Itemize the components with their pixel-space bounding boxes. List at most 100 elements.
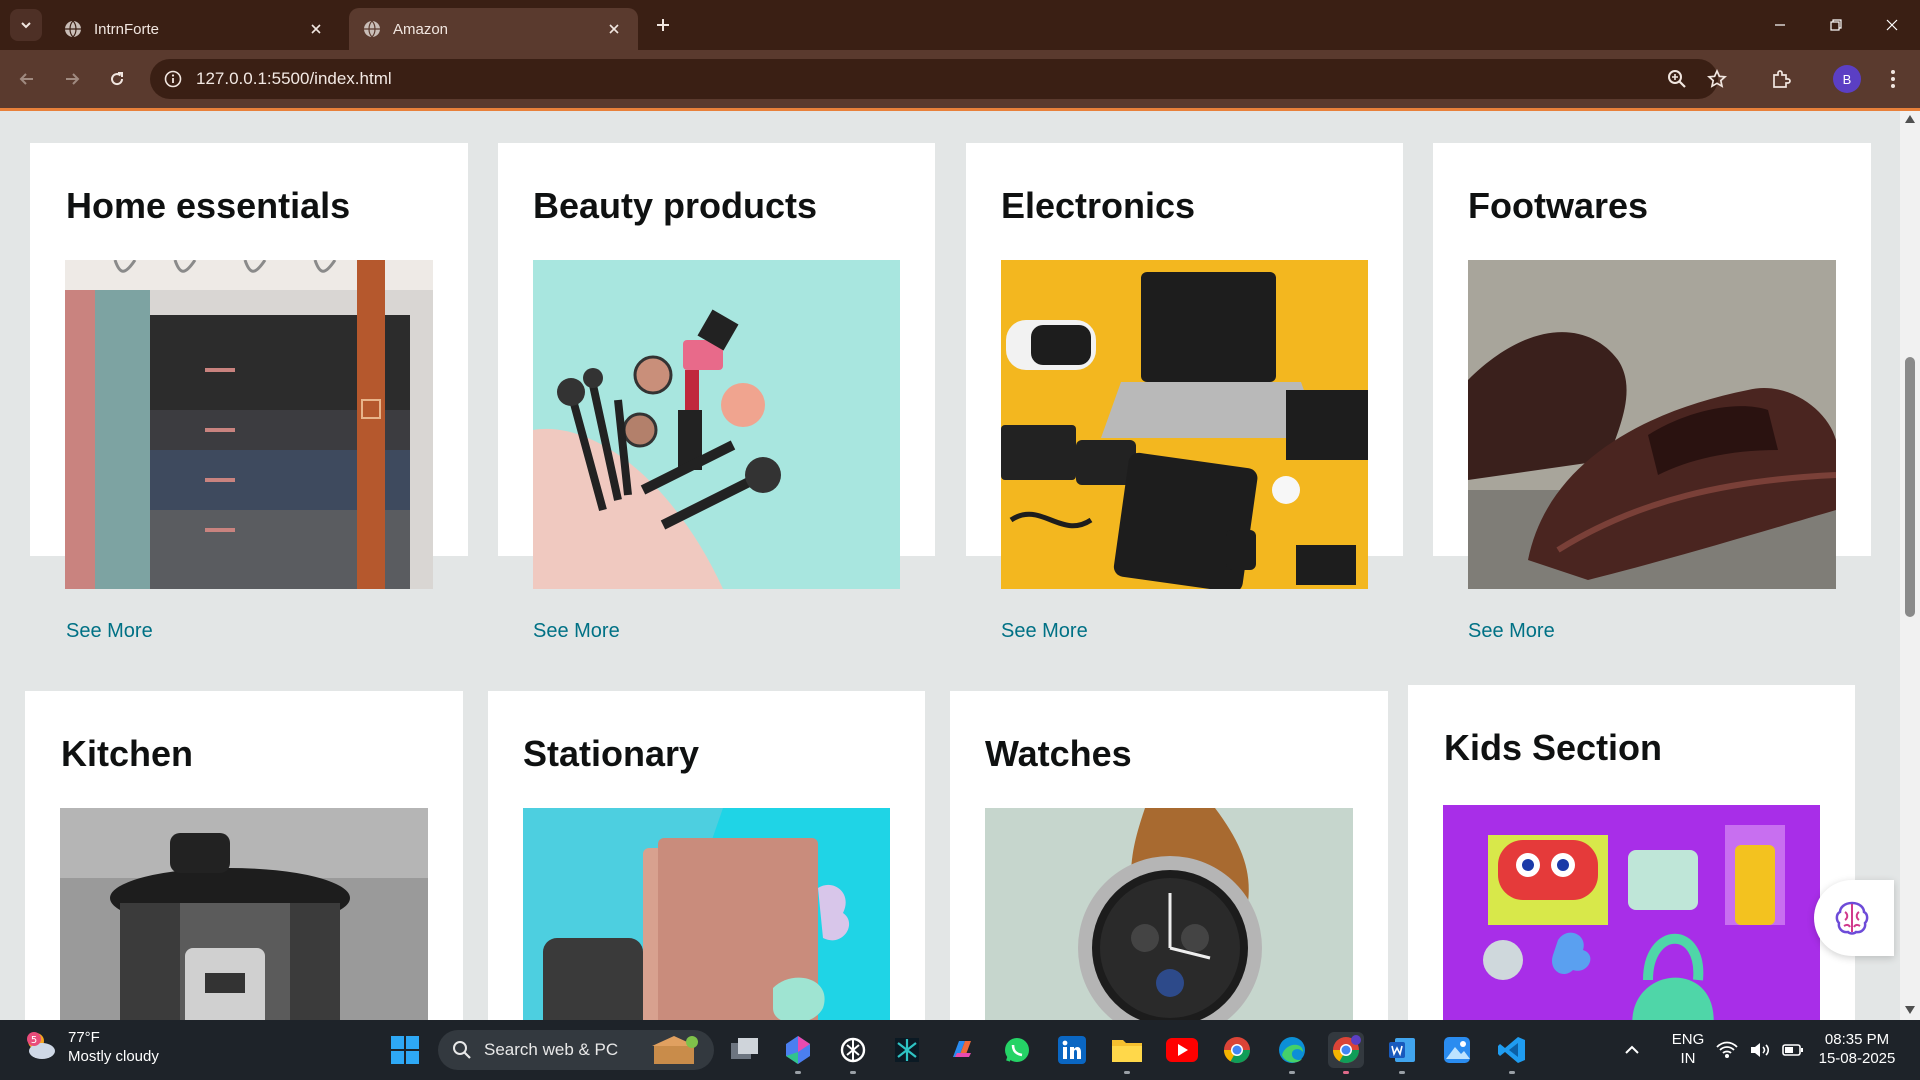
chatgpt-app[interactable] bbox=[835, 1032, 871, 1074]
perplexity-icon bbox=[895, 1038, 919, 1062]
card-title: Home essentials bbox=[66, 185, 351, 226]
running-indicator bbox=[1509, 1071, 1515, 1074]
chrome-app[interactable] bbox=[1219, 1032, 1255, 1068]
copilot-app[interactable] bbox=[944, 1032, 980, 1068]
minimize-icon bbox=[1775, 24, 1785, 26]
scroll-up-arrow-icon[interactable] bbox=[1904, 113, 1916, 125]
floating-ai-button[interactable] bbox=[1814, 880, 1894, 956]
site-info-icon[interactable] bbox=[164, 70, 182, 88]
tab-search-button[interactable] bbox=[10, 9, 42, 41]
start-button[interactable] bbox=[387, 1032, 423, 1068]
new-tab-button[interactable] bbox=[650, 12, 676, 38]
linkedin-icon bbox=[1058, 1036, 1086, 1064]
show-hidden-icons-button[interactable] bbox=[1614, 1032, 1650, 1068]
globe-icon bbox=[65, 20, 81, 38]
weather-badge: 5 bbox=[31, 1035, 37, 1046]
see-more-link[interactable]: See More bbox=[1468, 620, 1555, 643]
linkedin-app[interactable] bbox=[1054, 1032, 1090, 1068]
globe-icon bbox=[364, 20, 380, 38]
youtube-app[interactable] bbox=[1164, 1032, 1200, 1068]
forward-button[interactable] bbox=[57, 64, 87, 94]
chrome-profile-app[interactable] bbox=[1328, 1032, 1364, 1074]
home-essentials-image[interactable] bbox=[65, 260, 433, 589]
card-title: Stationary bbox=[523, 733, 700, 774]
close-button[interactable] bbox=[1864, 0, 1920, 50]
restore-icon bbox=[1830, 19, 1842, 31]
see-more-link[interactable]: See More bbox=[66, 620, 153, 643]
edge-icon bbox=[1279, 1037, 1305, 1063]
back-button[interactable] bbox=[12, 64, 42, 94]
windows-taskbar: 5 77°F Mostly cloudy Search web & PC ENG… bbox=[0, 1020, 1920, 1080]
edge-app[interactable] bbox=[1274, 1032, 1310, 1074]
microsoft-365-app[interactable] bbox=[780, 1032, 816, 1074]
beauty-products-image[interactable] bbox=[533, 260, 900, 589]
running-indicator bbox=[1343, 1071, 1349, 1074]
reload-button[interactable] bbox=[102, 64, 132, 94]
chevron-down-icon bbox=[21, 22, 31, 29]
card-title: Watches bbox=[985, 733, 1132, 774]
more-vertical-icon bbox=[1891, 70, 1895, 88]
scrollbar-thumb[interactable] bbox=[1905, 357, 1915, 617]
whatsapp-icon bbox=[1005, 1038, 1029, 1062]
language-region: IN bbox=[1680, 1050, 1696, 1067]
word-app[interactable] bbox=[1384, 1032, 1420, 1074]
minimize-button[interactable] bbox=[1752, 0, 1808, 50]
quick-settings-button[interactable] bbox=[1710, 1032, 1810, 1068]
task-view-icon bbox=[731, 1038, 758, 1059]
zoom-button[interactable] bbox=[1662, 64, 1692, 94]
tab-title: IntrnForte bbox=[94, 20, 160, 38]
vscode-app[interactable] bbox=[1494, 1032, 1530, 1074]
tab-intrnforte[interactable]: IntrnForte bbox=[50, 8, 340, 50]
category-card-beauty-products: Beauty products See More bbox=[498, 143, 935, 642]
category-card-footwares: Footwares See More bbox=[1433, 143, 1871, 642]
see-more-link[interactable]: See More bbox=[1001, 620, 1088, 643]
tab-close-icon[interactable] bbox=[306, 19, 326, 39]
card-title: Kids Section bbox=[1444, 727, 1663, 768]
microsoft-365-icon bbox=[786, 1036, 810, 1064]
arrow-left-icon bbox=[19, 73, 33, 85]
plus-icon bbox=[657, 19, 669, 31]
address-bar[interactable]: 127.0.0.1:5500/index.html bbox=[150, 59, 1718, 99]
stationary-image[interactable] bbox=[523, 808, 890, 1020]
kitchen-image[interactable] bbox=[60, 808, 428, 1020]
url-text: 127.0.0.1:5500/index.html bbox=[196, 69, 392, 88]
clock-date: 15-08-2025 bbox=[1818, 1050, 1896, 1067]
language-indicator[interactable]: ENG IN bbox=[1668, 1030, 1708, 1068]
browser-toolbar: 127.0.0.1:5500/index.html B bbox=[0, 50, 1920, 108]
card-title: Electronics bbox=[1001, 185, 1196, 226]
chevron-up-icon bbox=[1625, 1045, 1639, 1054]
browser-tab-bar: IntrnForte Amazon bbox=[0, 0, 1920, 50]
browser-menu-button[interactable] bbox=[1878, 64, 1908, 94]
see-more-link[interactable]: See More bbox=[533, 620, 620, 643]
chrome-icon bbox=[1223, 1037, 1251, 1064]
watches-image[interactable] bbox=[985, 808, 1353, 1020]
clock[interactable]: 08:35 PM 15-08-2025 bbox=[1812, 1030, 1902, 1068]
footwares-image[interactable] bbox=[1468, 260, 1836, 589]
file-explorer-app[interactable] bbox=[1109, 1032, 1145, 1074]
kids-section-image[interactable] bbox=[1443, 805, 1820, 1020]
whatsapp-app[interactable] bbox=[999, 1032, 1035, 1068]
scroll-down-arrow-icon[interactable] bbox=[1904, 1004, 1916, 1016]
running-indicator bbox=[1124, 1071, 1130, 1074]
extensions-button[interactable] bbox=[1766, 64, 1796, 94]
bookmark-button[interactable] bbox=[1702, 64, 1732, 94]
electronics-image[interactable] bbox=[1001, 260, 1368, 589]
weather-condition: Mostly cloudy bbox=[68, 1048, 159, 1065]
category-card-kitchen: Kitchen bbox=[25, 691, 463, 1020]
running-indicator bbox=[1399, 1071, 1405, 1074]
weather-widget[interactable]: 5 77°F Mostly cloudy bbox=[22, 1028, 159, 1066]
tab-close-icon[interactable] bbox=[604, 19, 624, 39]
restore-button[interactable] bbox=[1808, 0, 1864, 50]
perplexity-app[interactable] bbox=[889, 1032, 925, 1068]
photos-app[interactable] bbox=[1439, 1032, 1475, 1068]
taskbar-search-box[interactable]: Search web & PC bbox=[438, 1030, 714, 1070]
windows-logo-icon bbox=[391, 1036, 419, 1064]
page-scrollbar[interactable] bbox=[1900, 111, 1920, 1020]
tab-amazon[interactable]: Amazon bbox=[349, 8, 638, 50]
card-title: Kitchen bbox=[61, 733, 194, 774]
running-indicator bbox=[1289, 1071, 1295, 1074]
zoom-in-icon bbox=[1668, 70, 1686, 88]
speaker-icon bbox=[1750, 1043, 1770, 1057]
task-view-button[interactable] bbox=[727, 1032, 763, 1068]
profile-avatar[interactable]: B bbox=[1833, 65, 1861, 93]
